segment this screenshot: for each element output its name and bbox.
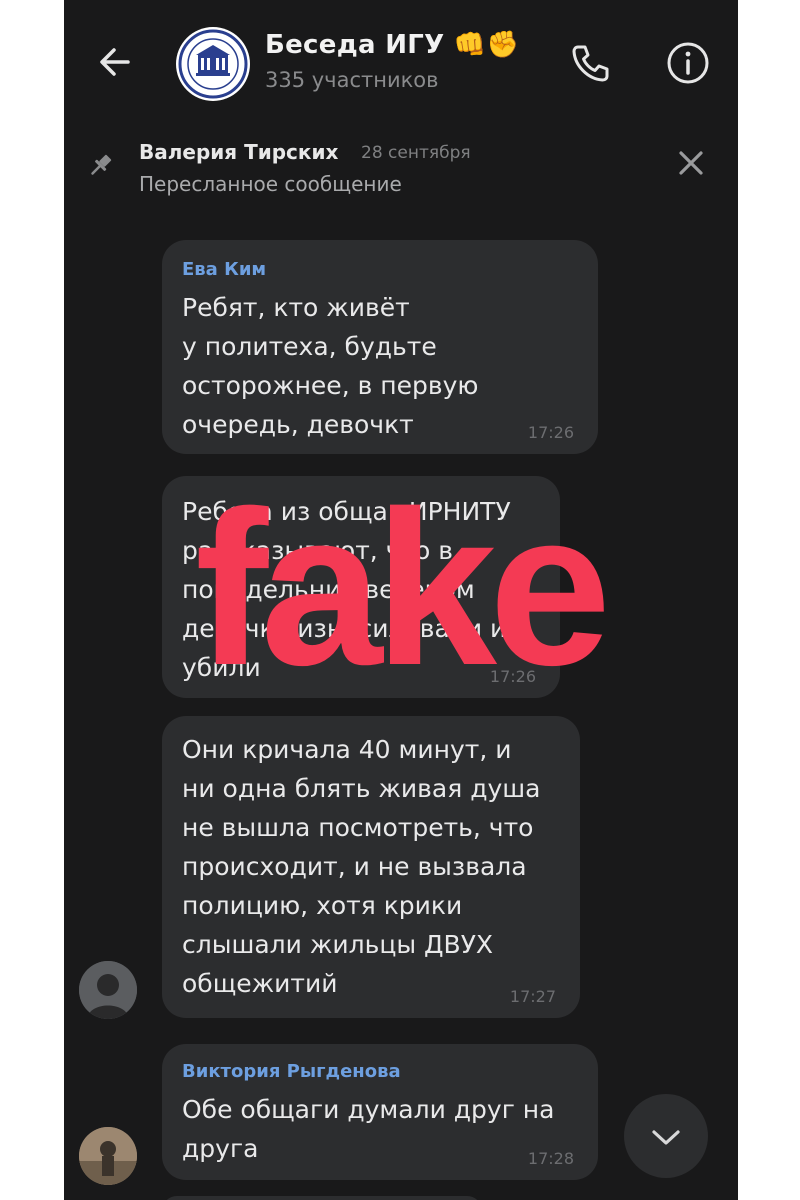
pin-icon (91, 154, 112, 175)
sender-avatar[interactable] (79, 961, 137, 1019)
sender-name[interactable]: Ева Ким (182, 258, 578, 282)
university-logo-icon (178, 29, 248, 99)
pinned-author: Валерия Тирских (139, 140, 339, 164)
pinned-text: Пересланное сообщение (139, 172, 402, 196)
message-time: 17:26 (527, 423, 574, 442)
message-bubble[interactable]: Виктория Рыгденова Обе общаги думали дру… (162, 1044, 598, 1180)
unpin-button[interactable] (674, 146, 708, 180)
pinned-date: 28 сентября (361, 143, 471, 163)
message-text: Ребят, кто живёт у политеха, будьте осто… (182, 293, 479, 439)
chat-header: Беседа ИГУ 👊✊ 335 участников (64, 0, 738, 128)
pinned-message[interactable]: Валерия Тирских 28 сентября Пересланное … (64, 128, 738, 208)
user-photo-icon (79, 961, 137, 1019)
back-arrow-icon (100, 48, 130, 76)
message-bubble[interactable]: Они кричала 40 минут, и ни одна блять жи… (162, 716, 580, 1018)
sender-avatar[interactable] (79, 1127, 137, 1185)
fake-stamp-overlay: fake (195, 465, 611, 711)
message-text: Они кричала 40 минут, и ни одна блять жи… (182, 735, 541, 998)
user-photo-icon (79, 1127, 137, 1185)
phone-icon (572, 45, 609, 82)
scroll-down-button[interactable] (624, 1094, 708, 1178)
group-avatar[interactable] (176, 27, 250, 101)
message-bubble[interactable]: Ева Ким Ребят, кто живёт у политеха, буд… (162, 240, 598, 454)
chat-title-block[interactable]: Беседа ИГУ 👊✊ 335 участников (265, 30, 519, 92)
message-text: Обе общаги думали друг на друга (182, 1095, 555, 1163)
call-button[interactable] (564, 38, 616, 90)
info-icon (667, 42, 709, 84)
member-count: 335 участников (265, 68, 439, 92)
chat-title: Беседа ИГУ 👊✊ (265, 30, 520, 60)
chevron-down-icon (652, 1130, 680, 1145)
info-button[interactable] (662, 37, 714, 89)
message-bubble-partial[interactable] (162, 1196, 482, 1200)
message-time: 17:28 (527, 1149, 574, 1168)
close-icon (679, 151, 703, 175)
back-button[interactable] (92, 38, 140, 86)
sender-name[interactable]: Виктория Рыгденова (182, 1060, 578, 1084)
message-time: 17:27 (509, 987, 556, 1006)
